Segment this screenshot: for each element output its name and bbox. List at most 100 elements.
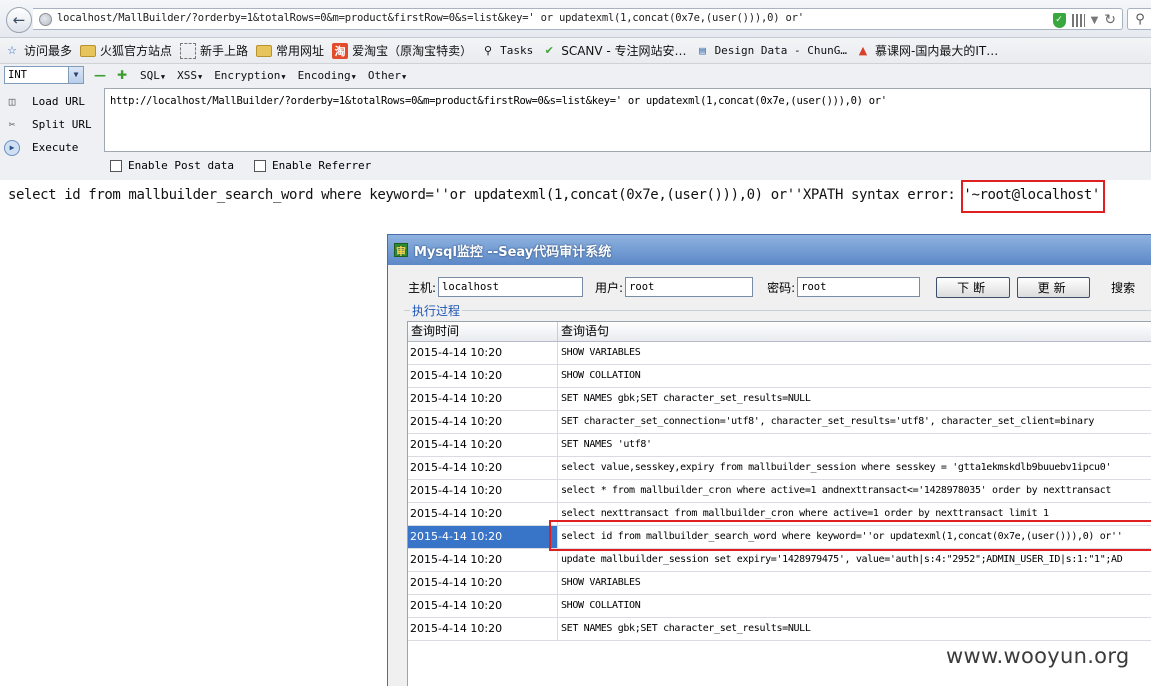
action-label: Execute xyxy=(32,141,79,154)
checkbox-box xyxy=(253,159,266,172)
bookmark-getting-started[interactable]: 新手上路 xyxy=(180,42,248,59)
bookmark-label: 爱淘宝（原淘宝特卖） xyxy=(352,44,473,58)
search-icon: ⚲ xyxy=(484,44,493,57)
table-row[interactable]: 2015-4-14 10:20 select nexttransact from … xyxy=(408,503,1151,526)
bookmark-imooc[interactable]: ▲ 慕课网-国内最大的IT… xyxy=(855,42,998,59)
caret-icon: ▼ xyxy=(160,72,166,81)
table-row[interactable]: 2015-4-14 10:20 select * from mallbuilder… xyxy=(408,480,1151,503)
bookmark-label: 访问最多 xyxy=(24,44,73,58)
enable-post-data-checkbox[interactable]: Enable Post data xyxy=(110,159,234,172)
password-input[interactable]: root xyxy=(797,277,921,297)
search-button[interactable]: ⚲ xyxy=(1127,8,1151,30)
qr-code-icon[interactable] xyxy=(1071,13,1085,27)
query-time-cell: 2015-4-14 10:20 xyxy=(408,457,558,479)
query-time-cell: 2015-4-14 10:20 xyxy=(408,480,558,502)
hackbar-panel: ◫ Load URL ✂ Split URL ▶ Execute http://loc… xyxy=(0,86,1151,180)
menu-sql[interactable]: SQL▼ xyxy=(140,69,165,82)
menu-xss[interactable]: XSS▼ xyxy=(177,69,202,82)
table-row[interactable]: 2015-4-14 10:20 SET NAMES gbk;SET charact… xyxy=(408,618,1151,641)
update-button[interactable]: 更新 xyxy=(1017,276,1091,298)
query-sql-cell: SET character_set_connection='utf8', cha… xyxy=(558,411,1151,433)
window-titlebar: 审 Mysql监控 --Seay代码审计系统 xyxy=(388,235,1151,265)
table-row[interactable]: 2015-4-14 10:20 SHOW VARIABLES xyxy=(408,342,1151,365)
bookmarks-bar: ☆ 访问最多 火狐官方站点 新手上路 常用网址 淘爱淘宝（原淘宝特卖） ⚲ Task… xyxy=(0,38,1151,64)
folder-icon xyxy=(256,44,273,57)
load-url-button[interactable]: ◫ Load URL xyxy=(4,90,100,113)
menu-label: Encryption xyxy=(214,68,281,82)
reload-icon[interactable]: ↻ xyxy=(1104,12,1116,28)
enable-referrer-checkbox[interactable]: Enable Referrer xyxy=(253,159,371,172)
table-row[interactable]: 2015-4-14 10:20 update mallbuilder_sessio… xyxy=(408,549,1151,572)
fire-icon: ▲ xyxy=(858,44,868,57)
password-label: 密码: xyxy=(767,280,796,295)
split-url-button[interactable]: ✂ Split URL xyxy=(4,113,100,136)
breakpoint-button[interactable]: 下断 xyxy=(936,276,1011,298)
execute-button[interactable]: ▶ Execute xyxy=(4,136,100,159)
query-sql-cell: SHOW VARIABLES xyxy=(558,342,1151,364)
table-row[interactable]: 2015-4-14 10:20 SHOW VARIABLES xyxy=(408,572,1151,595)
taobao-icon: 淘 xyxy=(332,42,349,59)
url-input[interactable]: localhost/MallBuilder/?orderby=1&totalRo… xyxy=(33,8,1123,30)
bookmark-scanv[interactable]: ✔ SCANV - 专注网站安… xyxy=(541,42,687,59)
document-icon: ▤ xyxy=(699,44,706,57)
query-sql-cell: select * from mallbuilder_cron where act… xyxy=(558,480,1151,502)
increase-icon[interactable]: ✚ xyxy=(116,68,128,82)
user-input[interactable]: root xyxy=(625,277,754,297)
bookmark-aitaobao[interactable]: 淘爱淘宝（原淘宝特卖） xyxy=(332,42,472,59)
host-input[interactable]: localhost xyxy=(438,277,584,297)
back-button[interactable]: ← xyxy=(6,7,32,33)
table-row[interactable]: 2015-4-14 10:20 SHOW COLLATION xyxy=(408,365,1151,388)
chevron-down-icon: ▼ xyxy=(68,67,83,83)
checkbox-label: Enable Post data xyxy=(128,159,234,172)
action-label: Split URL xyxy=(32,118,92,131)
column-header-sql[interactable]: 查询语句 xyxy=(558,322,1151,341)
menu-label: XSS xyxy=(177,68,197,82)
scissors-icon: ✂ xyxy=(8,118,16,131)
table-row[interactable]: 2015-4-14 10:20 select value,sesskey,expi… xyxy=(408,457,1151,480)
search-label[interactable]: 搜索 xyxy=(1111,279,1135,296)
hackbar-url-textarea[interactable]: http://localhost/MallBuilder/?orderby=1&… xyxy=(104,88,1151,152)
table-row[interactable]: 2015-4-14 10:20 select id from mallbuilde… xyxy=(408,526,1151,549)
decrease-icon[interactable]: — xyxy=(94,68,106,82)
bookmark-label: SCANV - 专注网站安… xyxy=(561,44,687,58)
group-divider xyxy=(404,310,1151,311)
window-title: Mysql监控 --Seay代码审计系统 xyxy=(414,244,612,260)
table-row[interactable]: 2015-4-14 10:20 SET NAMES gbk;SET charact… xyxy=(408,388,1151,411)
query-sql-cell: SET NAMES 'utf8' xyxy=(558,434,1151,456)
watermark: www.wooyun.org xyxy=(946,644,1130,668)
caret-icon: ▼ xyxy=(401,72,407,81)
table-row[interactable]: 2015-4-14 10:20 SET NAMES 'utf8' xyxy=(408,434,1151,457)
table-row[interactable]: 2015-4-14 10:20 SHOW COLLATION xyxy=(408,595,1151,618)
page-icon xyxy=(180,42,197,59)
bookmark-tasks[interactable]: ⚲ Tasks xyxy=(480,43,533,59)
menu-other[interactable]: Other▼ xyxy=(368,69,406,82)
bookmark-label: 常用网址 xyxy=(276,44,325,58)
bookmark-most-visited[interactable]: ☆ 访问最多 xyxy=(4,42,72,59)
dropdown-arrow-icon[interactable]: ▼ xyxy=(1091,15,1099,26)
connection-form: 主机: localhost 用户: root 密码: root 下断 更新 搜索 xyxy=(408,276,1151,298)
table-row[interactable]: 2015-4-14 10:20 SET character_set_connect… xyxy=(408,411,1151,434)
bookmark-design-data[interactable]: ▤ Design Data - ChunG… xyxy=(695,43,847,59)
query-time-cell: 2015-4-14 10:20 xyxy=(408,549,558,571)
menu-label: Other xyxy=(367,68,401,82)
host-label: 主机: xyxy=(408,280,437,295)
caret-icon: ▼ xyxy=(197,72,203,81)
bookmark-common-sites[interactable]: 常用网址 xyxy=(256,42,324,59)
query-sql-cell: SHOW VARIABLES xyxy=(558,572,1151,594)
type-select[interactable]: INT ▼ xyxy=(4,66,84,84)
search-icon: ⚲ xyxy=(1135,11,1145,27)
column-header-time[interactable]: 查询时间 xyxy=(408,322,558,341)
bookmark-firefox-site[interactable]: 火狐官方站点 xyxy=(80,42,172,59)
back-arrow-icon: ← xyxy=(12,11,26,29)
query-sql-cell: select value,sesskey,expiry from mallbui… xyxy=(558,457,1151,479)
menu-label: Encoding xyxy=(297,68,351,82)
menu-encryption[interactable]: Encryption▼ xyxy=(214,69,285,82)
shield-icon[interactable]: ✓ xyxy=(1052,12,1066,28)
bookmark-label: 火狐官方站点 xyxy=(100,44,173,58)
globe-icon xyxy=(39,13,52,26)
menu-encoding[interactable]: Encoding▼ xyxy=(298,69,356,82)
query-time-cell: 2015-4-14 10:20 xyxy=(408,618,558,640)
load-url-icon: ◫ xyxy=(8,95,16,108)
query-time-cell: 2015-4-14 10:20 xyxy=(408,342,558,364)
query-sql-cell: select id from mallbuilder_search_word w… xyxy=(558,526,1151,548)
